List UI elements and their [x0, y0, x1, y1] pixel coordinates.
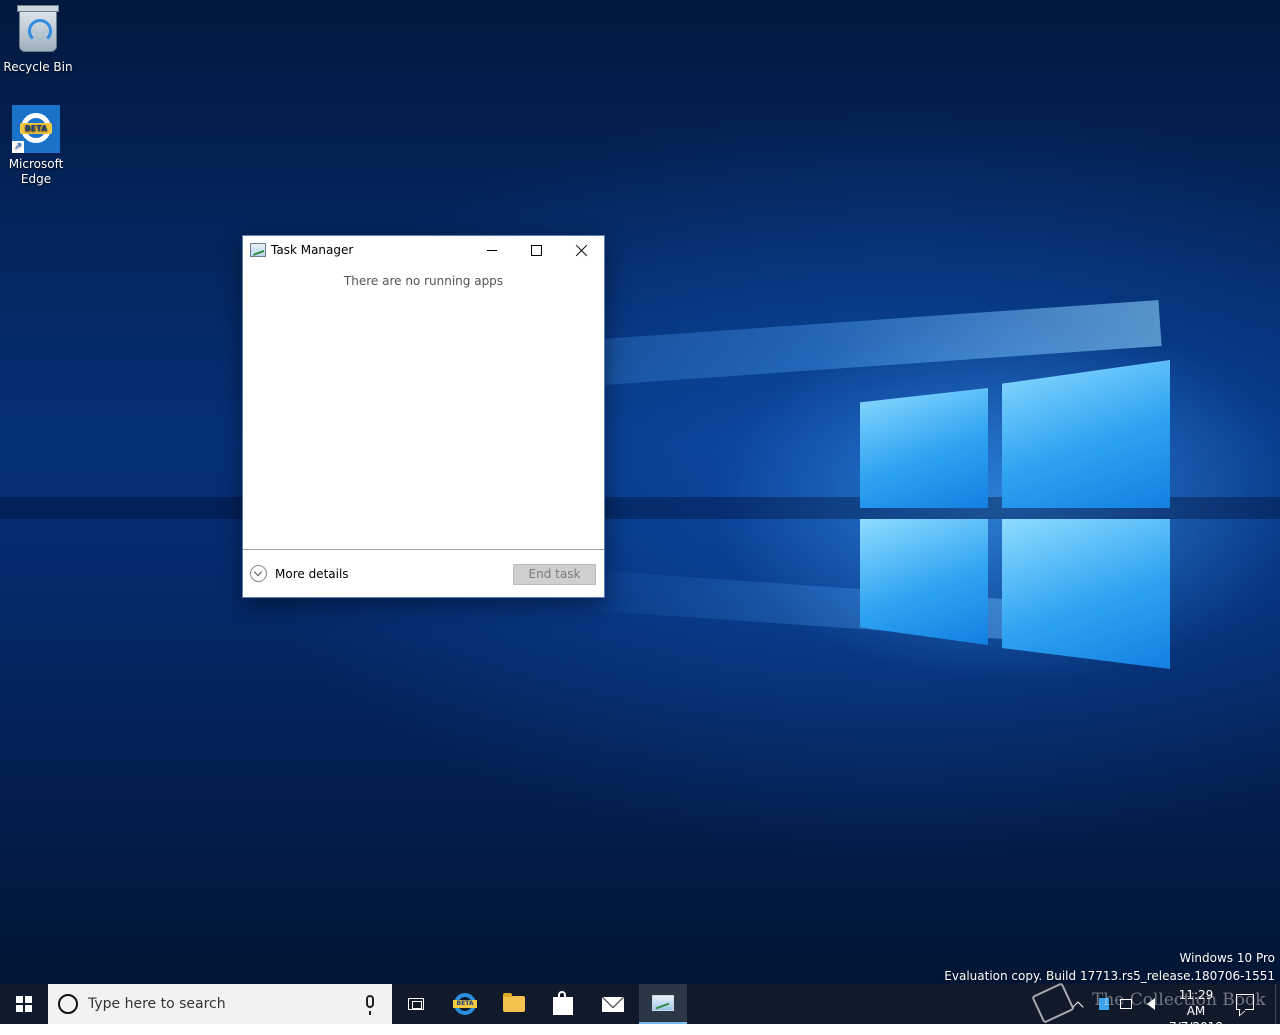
task-view-icon [408, 998, 424, 1010]
tray-app-icon [1099, 998, 1109, 1010]
taskbar-mail-button[interactable] [589, 984, 637, 1024]
show-desktop-button[interactable] [1275, 984, 1280, 1024]
taskbar-task-manager-button[interactable] [639, 984, 687, 1024]
shortcut-arrow-icon: ↗ [12, 141, 24, 153]
task-manager-footer: More details End task [243, 549, 604, 597]
empty-apps-message: There are no running apps [343, 274, 504, 288]
windows-logo-pane-top-left [860, 388, 988, 508]
network-icon [1120, 999, 1132, 1009]
taskbar: Type here to search 11:29 AM 7/7/2018 [0, 984, 1280, 1034]
desktop-icon-label: Recycle Bin [3, 60, 73, 74]
clock-time: 11:29 AM [1178, 988, 1214, 1018]
windows-logo-pane-bottom-left [860, 519, 988, 645]
show-hidden-icons-button[interactable] [1068, 984, 1088, 1024]
taskbar-edge-button[interactable] [441, 984, 489, 1024]
minimize-button[interactable] [469, 236, 514, 265]
cortana-icon [58, 994, 78, 1014]
search-placeholder: Type here to search [88, 996, 226, 1012]
chevron-up-icon [1072, 1000, 1084, 1013]
recycle-bin-icon [14, 5, 62, 56]
beta-badge: BETA [20, 123, 52, 134]
more-details-button[interactable]: More details [250, 565, 349, 582]
close-icon [576, 245, 587, 256]
task-manager-icon [250, 243, 266, 257]
edge-beta-icon: BETA ↗ [12, 105, 60, 153]
taskbar-file-explorer-button[interactable] [490, 984, 538, 1024]
chevron-down-icon [250, 565, 267, 582]
windows-logo-icon [16, 996, 32, 1012]
start-button[interactable] [0, 984, 48, 1024]
taskbar-store-button[interactable] [539, 984, 587, 1024]
windows-logo-pane-bottom-right [1002, 519, 1170, 669]
maximize-button[interactable] [514, 236, 559, 265]
minimize-icon [486, 250, 497, 251]
clock-date: 7/7/2018 [1169, 1020, 1223, 1034]
task-manager-icon [652, 995, 674, 1011]
end-task-button[interactable]: End task [513, 564, 596, 585]
search-box[interactable]: Type here to search [48, 984, 392, 1024]
store-icon [553, 990, 573, 1015]
maximize-icon [531, 245, 542, 256]
action-center-icon[interactable] [1236, 994, 1254, 1010]
network-button[interactable] [1116, 984, 1136, 1024]
tray-app-button[interactable] [1094, 984, 1114, 1024]
task-view-button[interactable] [392, 984, 440, 1024]
window-title: Task Manager [271, 243, 354, 257]
volume-button[interactable] [1140, 984, 1162, 1024]
task-manager-titlebar[interactable]: Task Manager [243, 236, 604, 266]
desktop-icon-label: Microsoft Edge [8, 157, 64, 186]
edition-watermark: Windows 10 Pro [1179, 951, 1275, 965]
edge-beta-icon [453, 993, 477, 1015]
task-manager-window[interactable]: Task Manager There are no running apps M… [242, 235, 605, 598]
more-details-label: More details [275, 566, 349, 581]
windows-logo-pane-top-right [1002, 360, 1170, 508]
clock[interactable]: 11:29 AM 7/7/2018 [1168, 987, 1224, 1035]
desktop-icon-recycle-bin[interactable]: Recycle Bin [0, 5, 76, 75]
desktop-background: Recycle Bin BETA ↗ Microsoft Edge Task M… [0, 0, 1280, 984]
microphone-icon[interactable] [366, 995, 374, 1015]
mail-icon [602, 996, 624, 1012]
desktop-icon-microsoft-edge[interactable]: BETA ↗ Microsoft Edge [0, 105, 74, 187]
speaker-icon [1147, 998, 1155, 1010]
file-explorer-icon [503, 993, 525, 1012]
close-button[interactable] [559, 236, 604, 265]
build-watermark: Evaluation copy. Build 17713.rs5_release… [944, 969, 1275, 983]
